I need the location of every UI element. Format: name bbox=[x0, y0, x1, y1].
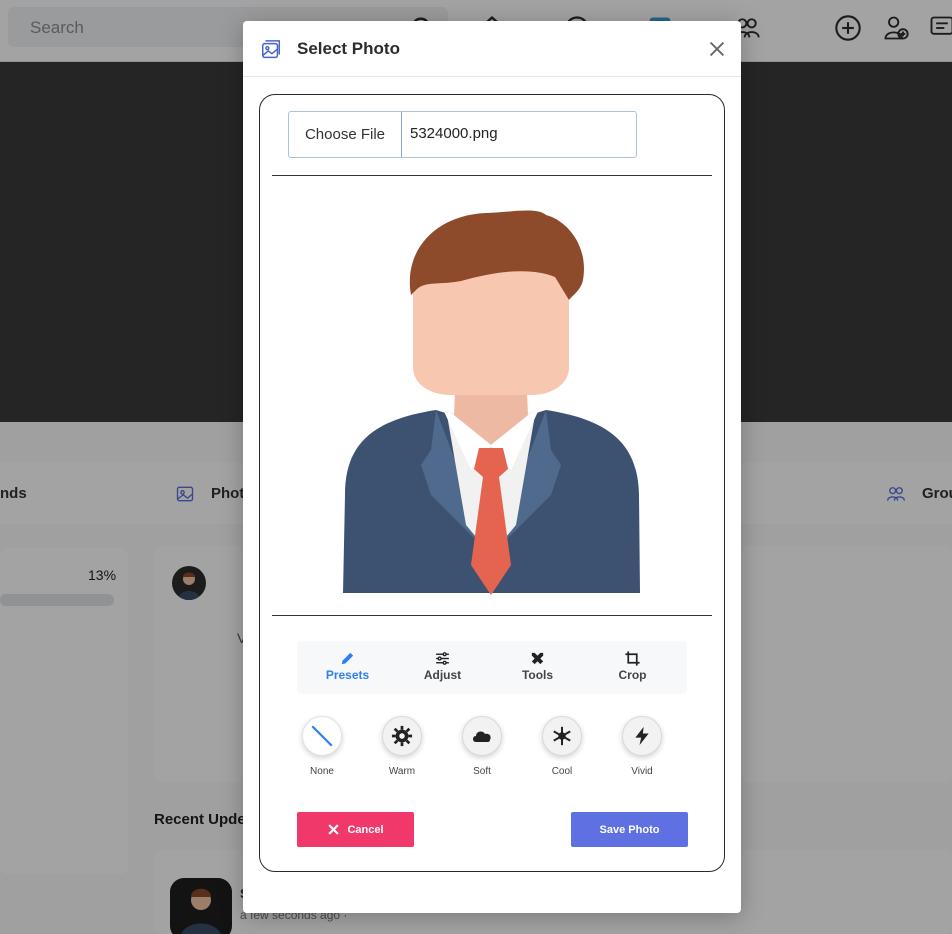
preset-label: Warm bbox=[388, 766, 416, 777]
preset-label: Cool bbox=[551, 766, 573, 777]
tab-label: Tools bbox=[521, 668, 554, 682]
sun-gear-icon bbox=[382, 716, 422, 756]
snowflake-icon bbox=[542, 716, 582, 756]
file-input[interactable]: Choose File 5324000.png bbox=[288, 111, 637, 158]
none-slash-icon bbox=[302, 716, 342, 756]
tab-tools[interactable]: Tools bbox=[490, 641, 585, 694]
cancel-button[interactable]: Cancel bbox=[297, 812, 414, 847]
lightning-icon bbox=[622, 716, 662, 756]
tools-icon bbox=[531, 652, 544, 665]
preset-label: Vivid bbox=[631, 766, 653, 777]
choose-file-button[interactable]: Choose File bbox=[289, 112, 402, 157]
cloud-icon bbox=[462, 716, 502, 756]
close-icon bbox=[328, 824, 340, 835]
crop-icon bbox=[625, 651, 640, 666]
save-photo-button[interactable]: Save Photo bbox=[571, 812, 688, 847]
modal-title: Select Photo bbox=[297, 39, 400, 58]
cancel-label: Cancel bbox=[347, 823, 384, 836]
preset-label: Soft bbox=[473, 766, 491, 777]
tab-label: Adjust bbox=[423, 668, 462, 682]
close-icon[interactable] bbox=[706, 38, 728, 60]
image-icon bbox=[262, 40, 280, 59]
sliders-icon bbox=[436, 652, 449, 665]
file-name: 5324000.png bbox=[410, 125, 498, 142]
tab-label: Presets bbox=[325, 668, 370, 682]
divider bbox=[272, 615, 712, 616]
tab-adjust[interactable]: Adjust bbox=[395, 641, 490, 694]
tool-tabs: Presets Adjust Tools Crop bbox=[297, 641, 687, 694]
tab-presets[interactable]: Presets bbox=[300, 641, 395, 694]
divider bbox=[272, 175, 712, 176]
photo-editor: Choose File 5324000.png Presets Adjust T… bbox=[259, 94, 725, 872]
tab-crop[interactable]: Crop bbox=[585, 641, 680, 694]
modal-header: Select Photo bbox=[243, 21, 741, 77]
pencil-icon bbox=[341, 652, 354, 665]
tab-label: Crop bbox=[618, 668, 647, 682]
photo-preview[interactable] bbox=[341, 195, 641, 595]
preset-label: None bbox=[310, 766, 334, 777]
select-photo-modal: Select Photo Choose File 5324000.png Pre… bbox=[243, 21, 741, 913]
